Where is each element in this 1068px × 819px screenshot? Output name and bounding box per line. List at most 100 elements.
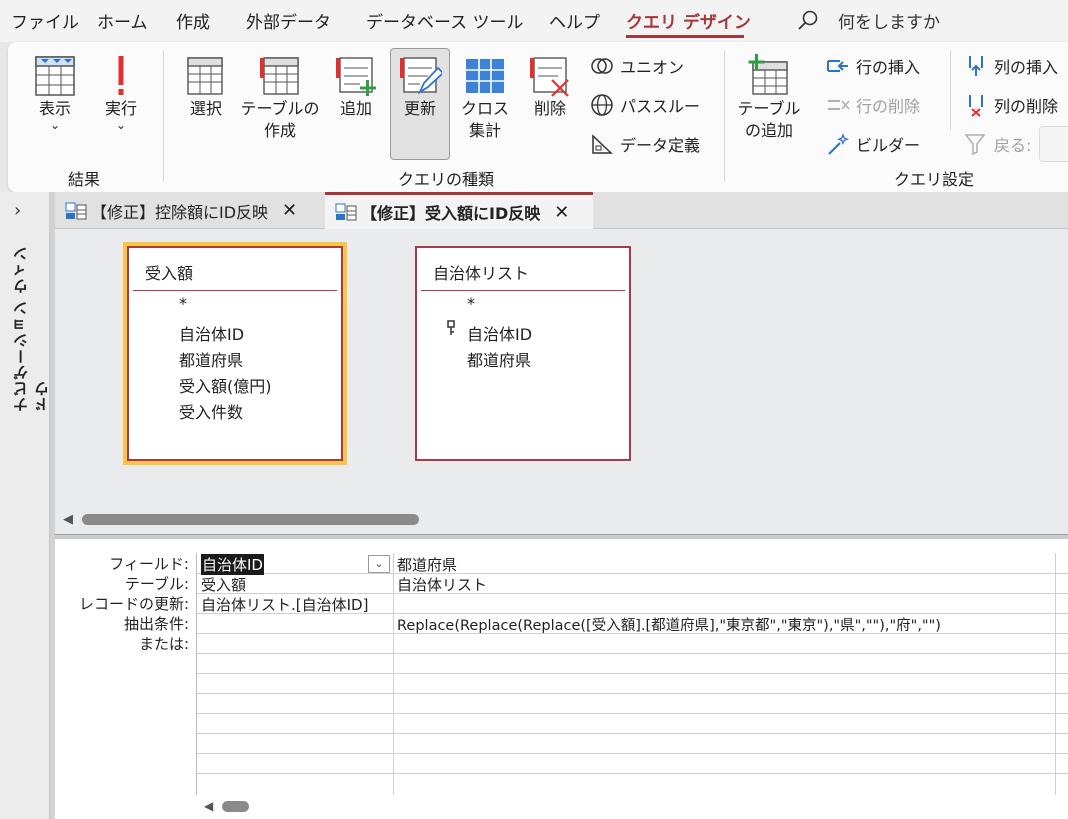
select-query-button[interactable]: 選択 xyxy=(180,54,232,120)
scroll-left-icon[interactable]: ◀ xyxy=(204,799,213,813)
table-title: 受入額 xyxy=(145,264,194,283)
search-icon[interactable] xyxy=(797,9,819,31)
menu-home[interactable]: ホーム xyxy=(97,8,148,33)
scrollbar-thumb[interactable] xyxy=(82,514,419,525)
table-field[interactable]: 都道府県 xyxy=(179,347,243,371)
query-design-grid[interactable]: 自治体ID ⌄ 受入額 自治体リスト.[自治体ID] 都道府県 自治体リスト R… xyxy=(196,553,1068,795)
ribbon-separator xyxy=(724,50,725,182)
run-label: 実行 xyxy=(104,99,137,118)
table-box-receipts[interactable]: 受入額 * 自治体ID 都道府県 受入額(億円) 受入件数 xyxy=(123,242,347,465)
grid-cell-field[interactable]: 自治体ID xyxy=(201,554,264,575)
table-field[interactable]: * xyxy=(179,294,187,313)
run-icon xyxy=(118,56,124,95)
insert-columns-icon xyxy=(969,56,983,76)
navigation-pane[interactable]: › ナビゲーション ウィンドウ xyxy=(0,192,51,819)
grid-column-divider xyxy=(393,553,394,795)
update-query-button[interactable]: 更新 xyxy=(390,48,450,160)
insert-rows-icon xyxy=(827,60,848,72)
chevron-down-icon: ⌄ xyxy=(115,118,127,132)
grid-cell-table[interactable]: 受入額 xyxy=(201,574,246,595)
row-label-update-to: レコードの更新: xyxy=(78,595,189,613)
grid-cell-criteria[interactable]: Replace(Replace(Replace([受入額].[都道府県],"東京… xyxy=(397,614,941,635)
union-query-button[interactable]: ユニオン xyxy=(590,54,684,78)
close-icon[interactable]: ✕ xyxy=(282,200,297,221)
menu-database-tools[interactable]: データベース ツール xyxy=(366,8,524,33)
make-table-button[interactable]: テーブルの 作成 xyxy=(240,54,320,142)
tab-query-1[interactable]: 【修正】控除額にID反映 ✕ xyxy=(55,192,325,229)
add-table-label-1: テーブル xyxy=(737,99,801,118)
add-table-button[interactable]: テーブル の追加 xyxy=(736,54,802,142)
table-field[interactable]: 受入額(億円) xyxy=(179,373,272,397)
tab-label: 【修正】受入額にID反映 xyxy=(361,204,541,223)
passthrough-query-button[interactable]: パススルー xyxy=(590,93,700,117)
grid-line xyxy=(197,673,1068,674)
data-definition-label: データ定義 xyxy=(620,136,701,155)
top-values-icon xyxy=(964,134,986,156)
grid-cell-table[interactable]: 自治体リスト xyxy=(397,574,487,595)
insert-columns-button[interactable]: 列の挿入 xyxy=(964,54,1058,78)
table-divider xyxy=(133,290,337,291)
delete-query-button[interactable]: 削除 xyxy=(524,54,576,120)
menu-create[interactable]: 作成 xyxy=(176,8,210,33)
insert-rows-label: 行の挿入 xyxy=(856,58,921,77)
return-control[interactable]: 戻る: xyxy=(964,132,1031,156)
search-input[interactable]: 何をしますか xyxy=(838,8,940,33)
delete-rows-label: 行の削除 xyxy=(856,97,921,116)
grid-line xyxy=(197,713,1068,714)
group-label-query-type: クエリの種類 xyxy=(398,170,495,189)
return-value-input[interactable] xyxy=(1039,126,1068,162)
union-icon xyxy=(591,58,613,74)
crosstab-query-button[interactable]: クロス 集計 xyxy=(460,54,510,142)
chevron-down-icon[interactable]: ⌄ xyxy=(368,555,390,573)
grid-cell-field[interactable]: 都道府県 xyxy=(397,554,457,575)
run-button[interactable]: 実行 ⌄ xyxy=(96,54,146,132)
delete-query-icon xyxy=(530,57,569,97)
table-field[interactable]: 都道府県 xyxy=(467,347,531,371)
tab-query-2[interactable]: 【修正】受入額にID反映 ✕ xyxy=(325,192,593,229)
view-button[interactable]: 表示 ⌄ xyxy=(30,54,80,131)
query-icon xyxy=(335,203,357,221)
insert-columns-label: 列の挿入 xyxy=(994,58,1059,77)
menu-query-design[interactable]: クエリ デザイン xyxy=(626,8,751,33)
grid-horizontal-scrollbar[interactable]: ◀ xyxy=(196,797,1068,817)
active-tab-underline xyxy=(626,35,744,38)
table-box-municipality-list[interactable]: 自治体リスト * 自治体ID 都道府県 xyxy=(415,246,631,461)
delete-rows-button[interactable]: 行の削除 xyxy=(826,93,920,117)
grid-line xyxy=(197,693,1068,694)
table-field[interactable]: 自治体ID xyxy=(467,321,532,345)
append-label: 追加 xyxy=(339,99,372,118)
row-label-criteria: 抽出条件: xyxy=(123,615,189,633)
scroll-left-icon[interactable]: ◀ xyxy=(63,512,73,527)
ribbon-separator xyxy=(163,50,164,182)
scrollbar-thumb[interactable] xyxy=(222,801,249,812)
table-field[interactable]: * xyxy=(467,294,475,313)
return-label: 戻る: xyxy=(994,136,1032,155)
table-divider xyxy=(421,290,625,291)
grid-line xyxy=(197,573,1068,574)
update-label: 更新 xyxy=(403,99,436,118)
data-definition-icon xyxy=(592,134,613,154)
close-icon[interactable]: ✕ xyxy=(554,202,569,223)
grid-cell-update-to[interactable]: 自治体リスト.[自治体ID] xyxy=(201,594,368,615)
design-horizontal-scrollbar[interactable]: ◀ xyxy=(55,511,1068,527)
data-definition-button[interactable]: データ定義 xyxy=(590,132,700,156)
add-table-icon xyxy=(748,54,788,95)
delete-columns-button[interactable]: 列の削除 xyxy=(964,93,1058,117)
menu-external-data[interactable]: 外部データ xyxy=(246,8,331,33)
document-tabs: 【修正】控除額にID反映 ✕ 【修正】受入額にID反映 ✕ xyxy=(55,192,1068,229)
chevron-right-icon[interactable]: › xyxy=(14,200,21,221)
table-field[interactable]: 受入件数 xyxy=(179,399,243,423)
union-label: ユニオン xyxy=(620,58,685,77)
query-design-area[interactable]: 受入額 * 自治体ID 都道府県 受入額(億円) 受入件数 自治体リスト * 自… xyxy=(55,229,1068,534)
delete-columns-icon xyxy=(969,95,983,117)
table-field[interactable]: 自治体ID xyxy=(179,321,244,345)
menu-bar: ファイル ホーム 作成 外部データ データベース ツール ヘルプ クエリ デザイ… xyxy=(0,0,1068,42)
builder-label: ビルダー xyxy=(856,136,921,155)
grid-line xyxy=(197,773,1068,774)
menu-help[interactable]: ヘルプ xyxy=(549,8,600,33)
builder-button[interactable]: ビルダー xyxy=(826,132,920,156)
magic-wand-icon xyxy=(828,133,849,155)
insert-rows-button[interactable]: 行の挿入 xyxy=(826,54,920,78)
append-query-button[interactable]: 追加 xyxy=(330,54,382,120)
menu-file[interactable]: ファイル xyxy=(11,8,79,33)
